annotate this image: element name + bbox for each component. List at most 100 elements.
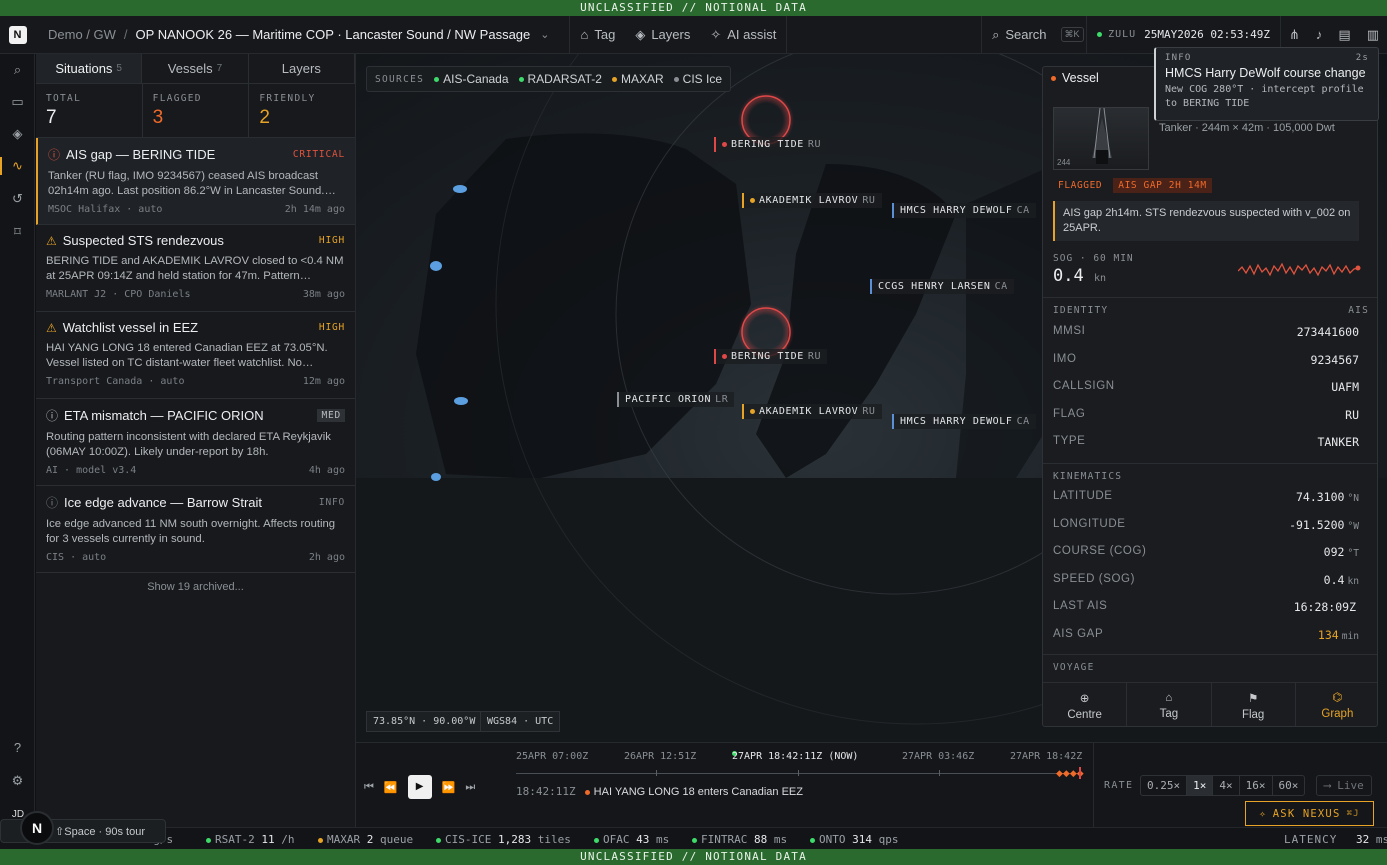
situation-item[interactable]: ⓘ ETA mismatch — PACIFIC ORION MED Routing … — [36, 399, 355, 486]
playback-rate: RATE 0.25× 1× 4× 16× 60× ⟶ Live ✧ ASK NEX… — [1093, 742, 1387, 827]
kinematics-row: LAST AIS 16:28:09Z — [1053, 600, 1356, 614]
situation-age: 4h ago — [308, 465, 345, 476]
tour-logo[interactable]: N — [20, 811, 54, 845]
ais-gap-badge: AIS GAP 2H 14M — [1113, 178, 1212, 193]
folder-icon[interactable]: ▭ — [10, 94, 25, 109]
tag-icon: ⌂ — [580, 27, 589, 42]
stat-flagged: FLAGGED 3 — [143, 84, 250, 137]
centre-button[interactable]: ⊕ Centre — [1043, 683, 1128, 726]
show-archived-link[interactable]: Show 19 archived... — [36, 573, 355, 593]
vessel-photo: 244 — [1053, 107, 1149, 170]
situations-panel: Situations 5 Vessels 7 Layers TOTAL 7 FLAGG… — [36, 54, 356, 827]
gear-icon[interactable]: ⚙ — [10, 773, 25, 788]
situation-age: 2h 14m ago — [284, 204, 345, 215]
rate-option[interactable]: 0.25× — [1141, 776, 1188, 795]
play-button[interactable]: ▶ — [407, 775, 432, 799]
layers-button[interactable]: ◈ Layers — [625, 16, 700, 54]
breadcrumb-separator: / — [123, 27, 128, 42]
vessel-label[interactable]: HMCS HARRY DEWOLF CA — [892, 414, 1036, 429]
situation-title: AIS gap — BERING TIDE — [66, 147, 216, 162]
source-cis-ice[interactable]: CIS Ice — [673, 72, 722, 86]
tag-icon: ⌂ — [1165, 691, 1173, 704]
tab-vessels[interactable]: Vessels 7 — [142, 54, 249, 83]
severity-badge: CRITICAL — [292, 149, 345, 160]
info-icon: ⓘ — [48, 148, 61, 162]
bookmark-icon[interactable]: ⌑ — [10, 224, 25, 239]
vessel-label[interactable]: BERING TIDE RU — [714, 137, 828, 152]
kinematics-row: LONGITUDE -91.5200 °W — [1053, 517, 1359, 532]
source-radarsat[interactable]: RADARSAT-2 — [518, 72, 602, 86]
vessel-meta: Tanker · 244m × 42m · 105,000 Dwt — [1159, 122, 1335, 134]
zulu-clock: ZULU 25MAY2026 02:53:49Z — [1087, 28, 1280, 41]
rate-option[interactable]: 4× — [1213, 776, 1240, 795]
layers-icon[interactable]: ◈ — [10, 126, 25, 141]
graph-button[interactable]: ⌬ Graph — [1296, 683, 1377, 726]
sources-bar: SOURCES AIS-Canada RADARSAT-2 MAXAR CIS … — [366, 66, 732, 92]
sparkle-icon: ✧ — [1259, 807, 1267, 820]
timeline-scrubber[interactable]: ◆◆◆◆ — [516, 767, 1084, 779]
nav-rail: ⌕ ▭ ◈ ∿ ↺ ⌑ ? ⚙ JD — [0, 54, 35, 849]
rate-option[interactable]: 1× — [1187, 776, 1214, 795]
status-fintrac: FINTRAC 88 ms — [692, 833, 787, 846]
source-ais-canada[interactable]: AIS-Canada — [434, 72, 509, 86]
status-rsat2: RSAT-2 11 /h — [206, 833, 295, 846]
tab-situations[interactable]: Situations 5 — [36, 54, 143, 83]
tag-button[interactable]: ⌂ Tag — [570, 16, 625, 54]
skip-end-icon[interactable]: ⏭ — [465, 781, 475, 794]
rate-option[interactable]: 60× — [1273, 776, 1305, 795]
situation-body: Routing pattern inconsistent with declar… — [46, 431, 331, 458]
identity-row: TYPE TANKER — [1053, 435, 1359, 449]
warning-icon: ⚠ — [46, 233, 57, 248]
search-icon[interactable]: ⌕ — [10, 62, 25, 77]
situation-title: Ice edge advance — Barrow Strait — [64, 495, 263, 510]
tab-layers[interactable]: Layers — [249, 54, 355, 83]
ai-assist-button[interactable]: ✧ AI assist — [700, 16, 786, 54]
live-button[interactable]: ⟶ Live — [1316, 775, 1372, 796]
severity-badge: INFO — [318, 497, 345, 508]
notification-toast[interactable]: INFO 2s HMCS Harry DeWolf course change N… — [1154, 47, 1379, 121]
situation-age: 38m ago — [302, 289, 345, 300]
vessel-label[interactable]: BERING TIDE RU — [714, 349, 828, 364]
situation-item[interactable]: ⚠ Suspected STS rendezvous HIGH BERING TIDE… — [36, 225, 355, 312]
page-title[interactable]: OP NANOOK 26 — Maritime COP · Lancaster … — [136, 27, 531, 42]
situation-source: MSOC Halifax · auto — [48, 204, 163, 215]
ask-nexus-button[interactable]: ✧ ASK NEXUS ⌘J — [1245, 801, 1374, 826]
source-maxar[interactable]: MAXAR — [611, 72, 664, 86]
app-logo[interactable]: N — [0, 25, 35, 44]
vessel-label[interactable]: PACIFIC ORION LR — [617, 392, 735, 407]
situation-item[interactable]: ⓘ Ice edge advance — Barrow Strait INFO Ice… — [36, 486, 355, 573]
step-back-icon[interactable]: ⏪ — [384, 781, 398, 794]
breadcrumb[interactable]: Demo / GW — [48, 27, 116, 42]
search-icon: ⌕ — [992, 26, 1000, 42]
skip-start-icon[interactable]: ⏮ — [364, 781, 374, 794]
flag-button[interactable]: ⚑ Flag — [1212, 683, 1296, 726]
situation-item[interactable]: ⚠ Watchlist vessel in EEZ HIGH HAI YANG LON… — [36, 312, 355, 399]
situation-age: 12m ago — [302, 376, 345, 387]
vessel-label[interactable]: HMCS HARRY DEWOLF CA — [892, 203, 1036, 218]
vessel-detail-panel: Vessel 244 Tanker · 244m × 42m · 105,000… — [1042, 66, 1378, 727]
situation-source: AI · model v3.4 — [46, 465, 137, 476]
layers-icon: ◈ — [635, 26, 646, 42]
chevron-down-icon[interactable]: ⌄ — [540, 28, 549, 41]
activity-icon[interactable]: ∿ — [10, 158, 25, 173]
help-icon[interactable]: ? — [10, 740, 25, 755]
search-button[interactable]: ⌕ Search ⌘K — [982, 16, 1086, 54]
status-onto: ONTO 314 qps — [810, 833, 899, 846]
vessel-label[interactable]: AKADEMIK LAVROV RU — [742, 193, 882, 208]
tag-button[interactable]: ⌂ Tag — [1127, 683, 1212, 726]
situation-title: ETA mismatch — PACIFIC ORION — [64, 408, 264, 423]
identity-row: IMO 9234567 — [1053, 352, 1359, 367]
situation-source: MARLANT J2 · CPO Daniels — [46, 289, 191, 300]
history-icon[interactable]: ↺ — [10, 191, 25, 206]
situation-age: 2h ago — [308, 552, 345, 563]
vessel-label[interactable]: AKADEMIK LAVROV RU — [742, 404, 882, 419]
rate-option[interactable]: 16× — [1240, 776, 1273, 795]
situation-item[interactable]: ⓘ AIS gap — BERING TIDE CRITICAL Tanker (RU… — [36, 138, 355, 225]
timeline-event[interactable]: 18:42:11Z HAI YANG LONG 18 enters Canadi… — [516, 785, 803, 798]
situation-body: Tanker (RU flag, IMO 9234567) ceased AIS… — [48, 170, 336, 197]
vessel-label[interactable]: CCGS HENRY LARSEN CA — [870, 279, 1014, 294]
kinematics-row: SPEED (SOG) 0.4 kn — [1053, 572, 1359, 587]
classification-banner-top: UNCLASSIFIED // NOTIONAL DATA — [0, 0, 1387, 16]
step-forward-icon[interactable]: ⏩ — [442, 781, 456, 794]
status-latency: LATENCY 32 ms — [1284, 833, 1387, 846]
